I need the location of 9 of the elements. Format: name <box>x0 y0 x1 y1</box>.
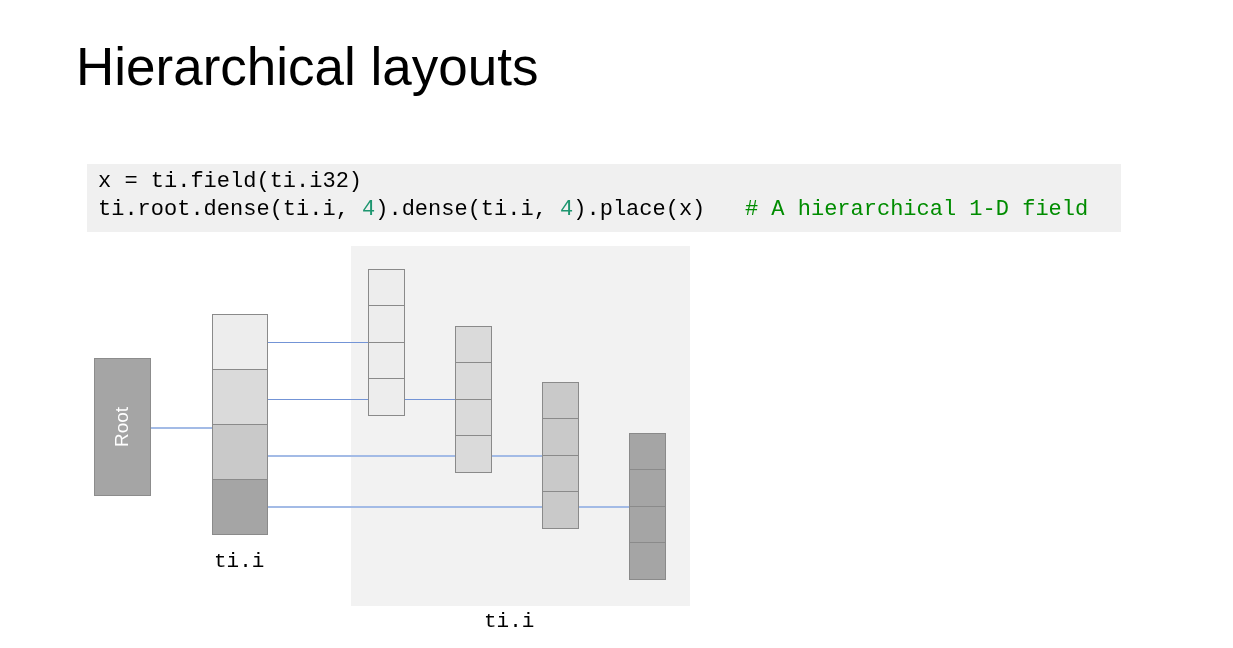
code-line: ti.root.dense(ti.i, 4).dense(ti.i, 4).place(x) # A hierarchical 1-D field <box>98 196 1089 224</box>
connector-line <box>405 399 455 400</box>
axis-label: ti.i <box>214 550 265 574</box>
connector-line <box>579 506 629 508</box>
connector-line <box>151 427 212 429</box>
root-node: Root <box>94 358 151 496</box>
code-line: x = ti.field(ti.i32) <box>98 168 363 196</box>
axis-label: ti.i <box>484 610 535 634</box>
connector-line <box>492 455 542 457</box>
